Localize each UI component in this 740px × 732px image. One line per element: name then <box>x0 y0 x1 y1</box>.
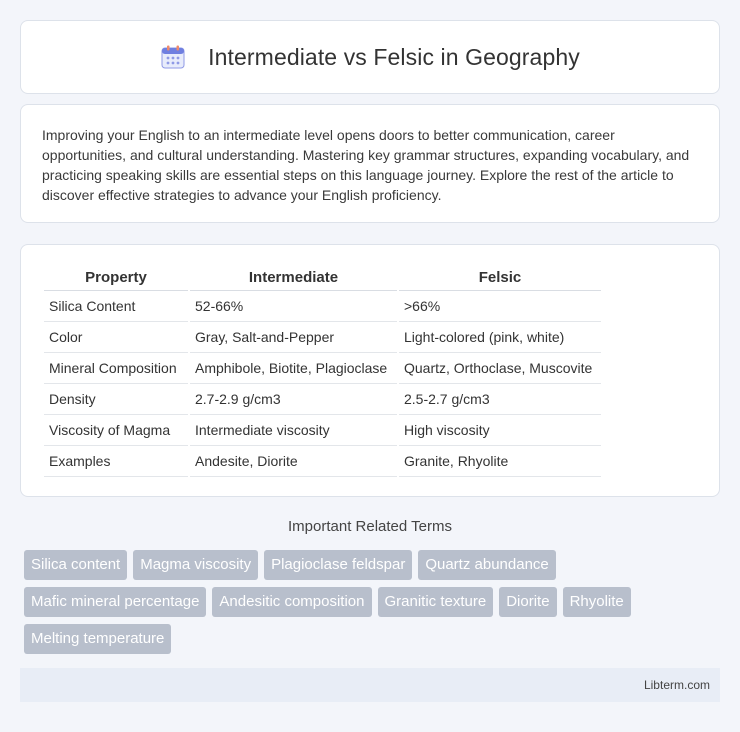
table-cell: High viscosity <box>399 415 601 446</box>
term-tag[interactable]: Quartz abundance <box>418 550 556 580</box>
header-card: Intermediate vs Felsic in Geography <box>20 20 720 94</box>
table-cell: Amphibole, Biotite, Plagioclase <box>190 353 397 384</box>
term-tag[interactable]: Diorite <box>499 587 557 617</box>
column-header-intermediate: Intermediate <box>190 266 397 291</box>
term-tag[interactable]: Andesitic composition <box>212 587 372 617</box>
table-cell: Silica Content <box>44 291 188 322</box>
table-cell: Intermediate viscosity <box>190 415 397 446</box>
related-terms-heading: Important Related Terms <box>288 518 452 535</box>
intro-paragraph: Improving your English to an intermediat… <box>42 127 690 203</box>
table-row: Color Gray, Salt-and-Pepper Light-colore… <box>44 322 601 353</box>
table-cell: Examples <box>44 446 188 477</box>
column-header-property: Property <box>44 266 188 291</box>
table-cell: 2.5-2.7 g/cm3 <box>399 384 601 415</box>
table-cell: Color <box>44 322 188 353</box>
table-cell: Light-colored (pink, white) <box>399 322 601 353</box>
table-row: Silica Content 52-66% >66% <box>44 291 601 322</box>
term-tag[interactable]: Melting temperature <box>24 624 172 654</box>
related-terms-list: Silica content Magma viscosity Plagiocla… <box>24 550 700 654</box>
calendar-icon <box>160 44 186 70</box>
table-cell: Density <box>44 384 188 415</box>
table-cell: 52-66% <box>190 291 397 322</box>
term-tag[interactable]: Plagioclase feldspar <box>264 550 413 580</box>
footer: Libterm.com <box>20 668 720 702</box>
term-tag[interactable]: Magma viscosity <box>133 550 259 580</box>
table-cell: >66% <box>399 291 601 322</box>
table-row: Examples Andesite, Diorite Granite, Rhyo… <box>44 446 601 477</box>
intro-card: Improving your English to an intermediat… <box>20 104 720 223</box>
comparison-table: Property Intermediate Felsic Silica Cont… <box>42 266 603 477</box>
page-title: Intermediate vs Felsic in Geography <box>208 43 580 70</box>
table-cell: 2.7-2.9 g/cm3 <box>190 384 397 415</box>
term-tag[interactable]: Rhyolite <box>562 587 631 617</box>
table-cell: Andesite, Diorite <box>190 446 397 477</box>
header-inner: Intermediate vs Felsic in Geography <box>160 44 580 71</box>
table-cell: Mineral Composition <box>44 353 188 384</box>
footer-site-link[interactable]: Libterm.com <box>644 678 710 692</box>
table-row: Density 2.7-2.9 g/cm3 2.5-2.7 g/cm3 <box>44 384 601 415</box>
table-cell: Viscosity of Magma <box>44 415 188 446</box>
table-row: Viscosity of Magma Intermediate viscosit… <box>44 415 601 446</box>
term-tag[interactable]: Silica content <box>24 550 128 580</box>
term-tag[interactable]: Granitic texture <box>377 587 494 617</box>
comparison-card: Property Intermediate Felsic Silica Cont… <box>20 244 720 497</box>
table-cell: Quartz, Orthoclase, Muscovite <box>399 353 601 384</box>
table-cell: Granite, Rhyolite <box>399 446 601 477</box>
table-row: Mineral Composition Amphibole, Biotite, … <box>44 353 601 384</box>
term-tag[interactable]: Mafic mineral percentage <box>24 587 207 617</box>
table-cell: Gray, Salt-and-Pepper <box>190 322 397 353</box>
table-header-row: Property Intermediate Felsic <box>44 266 601 291</box>
column-header-felsic: Felsic <box>399 266 601 291</box>
